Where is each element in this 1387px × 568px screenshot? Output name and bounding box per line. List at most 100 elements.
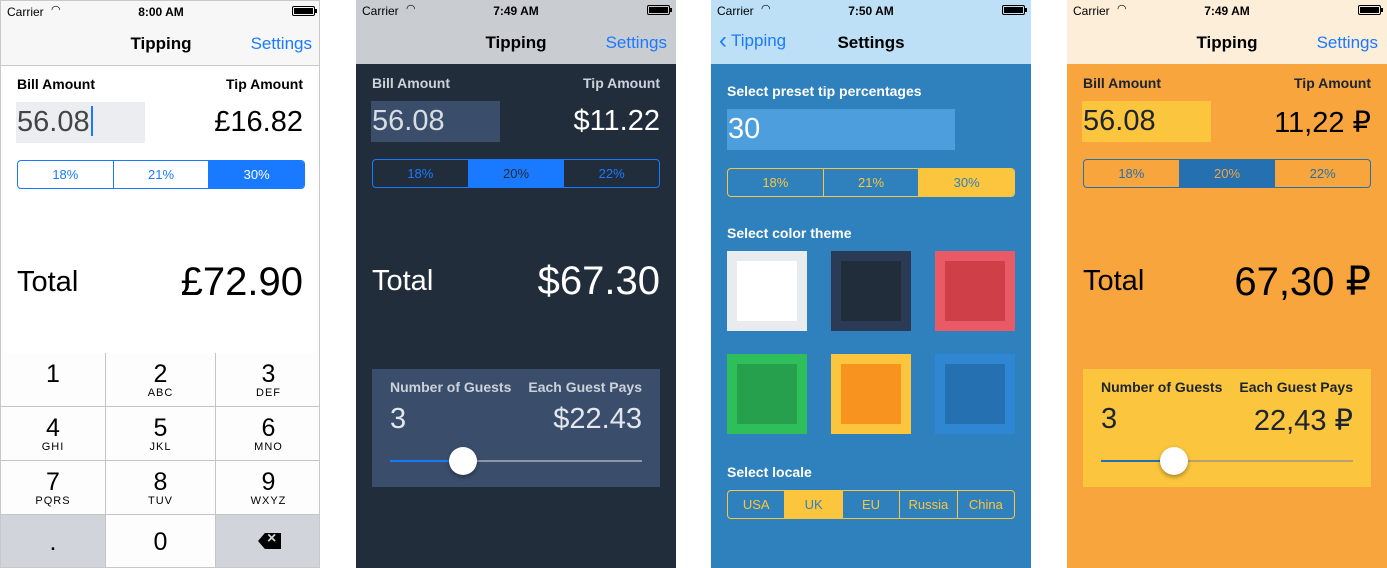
tip-option-22[interactable]: 22% xyxy=(1274,160,1370,187)
slider-thumb[interactable] xyxy=(449,447,477,475)
bill-amount-input[interactable]: 56.08 xyxy=(16,102,145,143)
tip-option-20[interactable]: 20% xyxy=(467,160,564,187)
preset-option-18[interactable]: 18% xyxy=(728,169,823,196)
locale-option-china[interactable]: China xyxy=(956,491,1014,518)
status-time: 7:49 AM xyxy=(493,4,539,18)
bill-amount-input[interactable]: 56.08 xyxy=(1082,101,1211,142)
slider-thumb[interactable] xyxy=(1160,447,1188,475)
locale-option-eu[interactable]: EU xyxy=(841,491,899,518)
key-digit: 7 xyxy=(46,468,60,496)
nav-bar: Carrier ◠ 7:50 AM ‹ Tipping Settings xyxy=(711,0,1031,64)
theme-swatch-blue[interactable] xyxy=(935,354,1015,434)
tip-amount-value: £16.82 xyxy=(214,106,303,138)
key-6[interactable]: 6 MNO xyxy=(216,407,319,461)
swatch-inner xyxy=(841,364,901,424)
battery-icon xyxy=(1358,5,1383,15)
preset-tip-value: 30 xyxy=(728,113,761,145)
settings-button[interactable]: Settings xyxy=(606,33,667,53)
swatch-inner xyxy=(841,261,901,321)
text-caret xyxy=(90,106,93,136)
key-3[interactable]: 3 DEF xyxy=(216,353,319,407)
battery-icon xyxy=(647,5,672,15)
key-letters: ABC xyxy=(147,387,174,399)
key-digit: . xyxy=(49,528,57,556)
theme-swatch-red[interactable] xyxy=(935,251,1015,331)
preset-option-30[interactable]: 30% xyxy=(918,169,1014,196)
total-value: $67.30 xyxy=(537,259,660,303)
key-0[interactable]: 0 xyxy=(106,515,216,567)
key-letters: MNO xyxy=(254,441,283,453)
swatch-inner xyxy=(945,364,1005,424)
status-bar: Carrier ◠ 7:50 AM xyxy=(711,0,1031,20)
key-letters: GHI xyxy=(41,441,65,453)
bill-amount-input[interactable]: 56.08 xyxy=(371,101,500,142)
bill-amount-label: Bill Amount xyxy=(1083,75,1162,91)
number-of-guests-label: Number of Guests xyxy=(1101,379,1223,395)
locale-option-usa[interactable]: USA xyxy=(728,491,784,518)
status-bar: Carrier ◠ 7:49 AM xyxy=(356,0,676,20)
preset-tip-segmented-control: 18% 21% 30% xyxy=(727,168,1015,197)
battery-icon xyxy=(292,6,317,16)
tip-percentage-segmented-control: 18% 20% 22% xyxy=(1083,159,1371,188)
key-letters: JKL xyxy=(149,441,172,453)
tip-amount-value: $11.22 xyxy=(573,105,660,137)
settings-button[interactable]: Settings xyxy=(1317,33,1378,53)
locale-option-uk[interactable]: UK xyxy=(784,491,842,518)
settings-button[interactable]: Settings xyxy=(251,34,312,54)
guest-split-panel: Number of Guests Each Guest Pays 3 $22.4… xyxy=(372,369,660,487)
guests-slider[interactable] xyxy=(390,447,642,475)
key-letters: WXYZ xyxy=(250,495,287,507)
battery-icon xyxy=(1002,5,1027,15)
theme-swatch-dark[interactable] xyxy=(831,251,911,331)
theme-swatch-white[interactable] xyxy=(727,251,807,331)
key-decimal[interactable]: . xyxy=(1,515,106,567)
swatch-inner xyxy=(737,364,797,424)
bill-amount-value: 56.08 xyxy=(1083,105,1156,137)
page-title: Settings xyxy=(837,33,905,52)
tip-option-30[interactable]: 30% xyxy=(208,161,304,188)
status-bar: Carrier ◠ 7:49 AM xyxy=(1067,0,1387,20)
locale-option-russia[interactable]: Russia xyxy=(899,491,956,518)
key-letters: TUV xyxy=(148,495,173,507)
nav-divider xyxy=(1,65,319,66)
preset-tip-input[interactable]: 30 xyxy=(727,109,955,150)
guests-slider[interactable] xyxy=(1101,447,1353,475)
each-guest-pays-value: 22,43 ₽ xyxy=(1253,405,1353,437)
key-backspace[interactable] xyxy=(216,515,319,567)
nav-bar: Carrier ◠ 7:49 AM Tipping Settings xyxy=(1067,0,1387,64)
key-8[interactable]: 8 TUV xyxy=(106,461,216,515)
tip-amount-label: Tip Amount xyxy=(1294,75,1371,91)
theme-swatch-green[interactable] xyxy=(727,354,807,434)
key-9[interactable]: 9 WXYZ xyxy=(216,461,319,515)
key-7[interactable]: 7 PQRS xyxy=(1,461,106,515)
tip-percentage-segmented-control: 18% 20% 22% xyxy=(372,159,660,188)
key-letters: DEF xyxy=(256,387,281,399)
key-digit: 6 xyxy=(261,414,276,442)
tip-option-18[interactable]: 18% xyxy=(1084,160,1179,187)
screen-settings: Carrier ◠ 7:50 AM ‹ Tipping Settings Sel… xyxy=(711,0,1031,568)
color-theme-label: Select color theme xyxy=(727,225,852,241)
bill-amount-label: Bill Amount xyxy=(17,76,96,92)
screen-light-keypad: Carrier ◠ 8:00 AM Tipping Settings Bill … xyxy=(0,0,320,568)
key-digit: 8 xyxy=(153,468,168,496)
tip-option-22[interactable]: 22% xyxy=(563,160,659,187)
tip-option-18[interactable]: 18% xyxy=(373,160,468,187)
key-letters: PQRS xyxy=(35,495,71,507)
slider-track xyxy=(463,460,642,462)
guest-split-panel: Number of Guests Each Guest Pays 3 22,43… xyxy=(1083,369,1371,487)
number-of-guests-label: Number of Guests xyxy=(390,379,512,395)
tip-option-21[interactable]: 21% xyxy=(112,161,209,188)
tip-amount-value: 11,22 ₽ xyxy=(1274,107,1371,139)
total-value: £72.90 xyxy=(180,260,303,304)
theme-swatch-orange[interactable] xyxy=(831,354,911,434)
tip-option-20[interactable]: 20% xyxy=(1178,160,1275,187)
preset-option-21[interactable]: 21% xyxy=(822,169,919,196)
bill-amount-value: 56.08 xyxy=(372,105,445,137)
numeric-keypad: 1 2 ABC 3 DEF 4 GHI 5 JKL 6 MNO 7 PQRS 8 TUV 9W… xyxy=(1,353,319,567)
tip-option-18[interactable]: 18% xyxy=(18,161,113,188)
key-4[interactable]: 4 GHI xyxy=(1,407,106,461)
key-1[interactable]: 1 xyxy=(1,353,106,407)
key-digit: 9 xyxy=(261,468,276,496)
key-5[interactable]: 5 JKL xyxy=(106,407,216,461)
key-2[interactable]: 2 ABC xyxy=(106,353,216,407)
